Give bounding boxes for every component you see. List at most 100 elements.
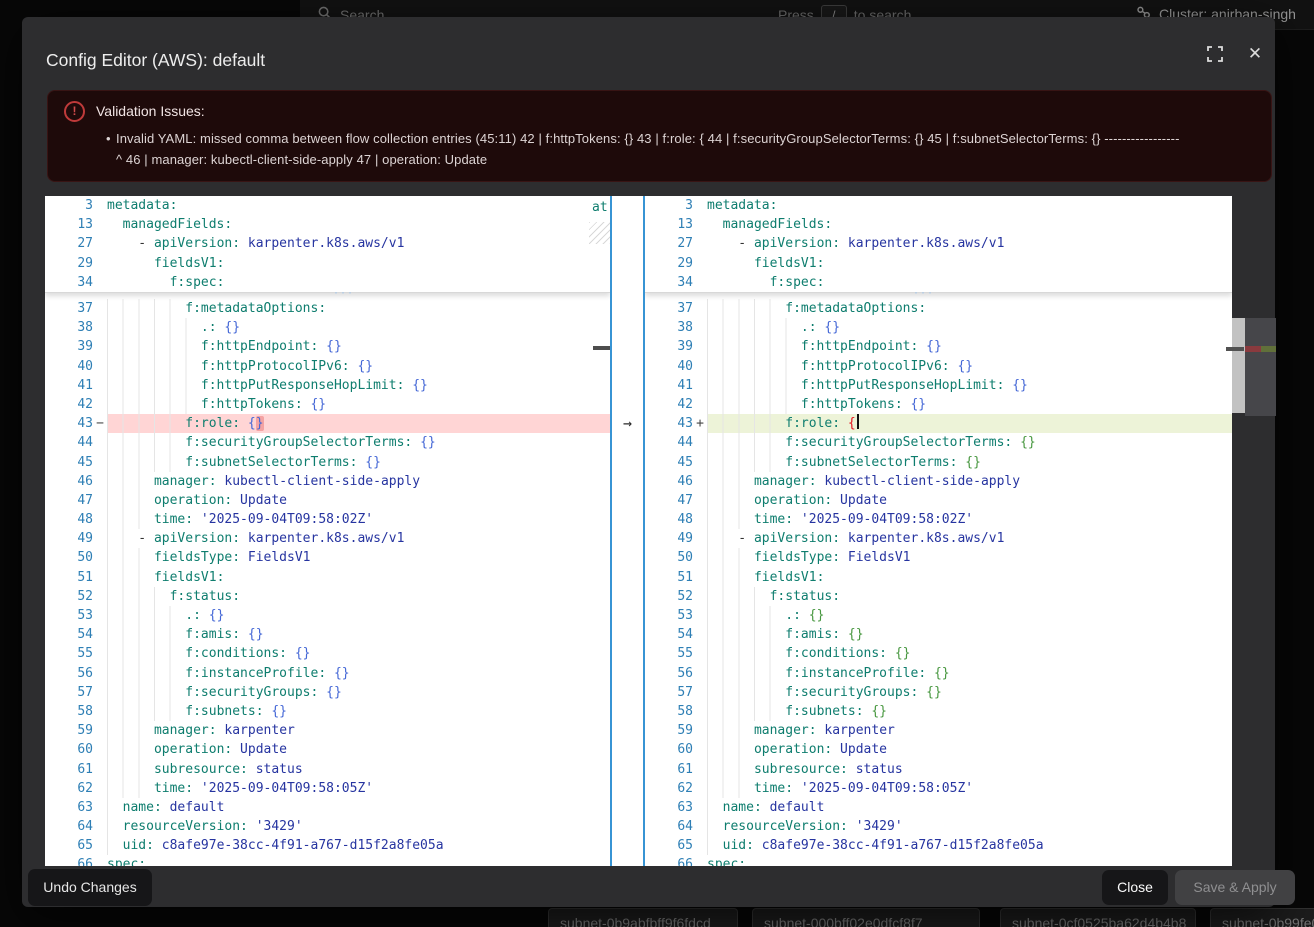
code-token: - [138,236,154,251]
code-line[interactable]: 47operation: Update [45,491,610,510]
diff-pane-original[interactable]: 3metadata:13managedFields:27- apiVersion… [45,196,610,866]
line-number: 44 [45,433,93,452]
close-button[interactable]: Close [1102,870,1168,905]
code-line[interactable]: 46manager: kubectl-client-side-apply [45,472,610,491]
code-token: subresource: [154,762,256,777]
diff-pane-modified[interactable]: 3metadata:13managedFields:27- apiVersion… [645,196,1232,866]
code-token: {} [365,455,381,470]
fold-ellipsis-right[interactable]: ··· [913,288,934,299]
code-token: f:httpPutResponseHopLimit: [801,378,1012,393]
code-line[interactable]: 64resourceVersion: '3429' [645,817,1232,836]
code-area-right[interactable]: 37f:metadataOptions:38.: {}39f:httpEndpo… [645,299,1232,866]
code-line[interactable]: 51fieldsV1: [645,568,1232,587]
code-line[interactable]: 39f:httpEndpoint: {} [45,337,610,356]
code-line[interactable]: 63name: default [645,798,1232,817]
diff-marker [93,568,107,587]
diff-sash[interactable] [610,196,645,866]
code-line[interactable]: 58f:subnets: {} [45,702,610,721]
code-line[interactable]: 52f:status: [645,587,1232,606]
code-line[interactable]: 42f:httpTokens: {} [45,395,610,414]
code-line[interactable]: 63name: default [45,798,610,817]
code-line[interactable]: 53.: {} [645,606,1232,625]
code-line[interactable]: 57f:securityGroups: {} [45,683,610,702]
code-token: '2025-09-04T09:58:05Z' [801,781,973,796]
code-line[interactable]: 61subresource: status [645,760,1232,779]
code-line[interactable]: 38.: {} [645,318,1232,337]
code-line[interactable]: 46manager: kubectl-client-side-apply [645,472,1232,491]
code-line[interactable]: 50fieldsType: FieldsV1 [645,548,1232,567]
code-line[interactable]: 39f:httpEndpoint: {} [645,337,1232,356]
code-line[interactable]: 34f:spec: [645,273,1232,292]
code-line[interactable]: 45f:subnetSelectorTerms: {} [645,453,1232,472]
diff-marker [93,644,107,663]
code-line[interactable]: 43−f:role: {} [45,414,610,433]
code-line[interactable]: 58f:subnets: {} [645,702,1232,721]
save-apply-button-disabled[interactable]: Save & Apply [1175,870,1295,905]
code-line[interactable]: 51fieldsV1: [45,568,610,587]
code-line[interactable]: 59manager: karpenter [45,721,610,740]
code-line[interactable]: 54f:amis: {} [45,625,610,644]
code-line[interactable]: 49- apiVersion: karpenter.k8s.aws/v1 [45,529,610,548]
code-line[interactable]: 45f:subnetSelectorTerms: {} [45,453,610,472]
code-line[interactable]: 37f:metadataOptions: [45,299,610,318]
code-line[interactable]: 52f:status: [45,587,610,606]
code-line[interactable]: 66spec: [45,855,610,866]
code-line[interactable]: 40f:httpProtocolIPv6: {} [45,357,610,376]
code-token: {} [326,685,342,700]
code-line[interactable]: 42f:httpTokens: {} [645,395,1232,414]
code-line[interactable]: 65uid: c8afe97e-38cc-4f91-a767-d15f2a8fe… [645,836,1232,855]
code-line[interactable]: 60operation: Update [645,740,1232,759]
code-line[interactable]: 48time: '2025-09-04T09:58:02Z' [645,510,1232,529]
code-line[interactable]: 34f:spec: [45,273,610,292]
code-line[interactable]: 13managedFields: [45,215,610,234]
code-line[interactable]: 41f:httpPutResponseHopLimit: {} [45,376,610,395]
code-line[interactable]: 55f:conditions: {} [45,644,610,663]
code-line[interactable]: 62time: '2025-09-04T09:58:05Z' [645,779,1232,798]
code-line[interactable]: 43+f:role: { [645,414,1232,433]
code-line[interactable]: 64resourceVersion: '3429' [45,817,610,836]
code-area-left[interactable]: 37f:metadataOptions:38.: {}39f:httpEndpo… [45,299,610,866]
code-line[interactable]: 29fieldsV1: [645,254,1232,273]
code-line[interactable]: 40f:httpProtocolIPv6: {} [645,357,1232,376]
code-line[interactable]: 38.: {} [45,318,610,337]
code-line[interactable]: 47operation: Update [645,491,1232,510]
code-line[interactable]: 48time: '2025-09-04T09:58:02Z' [45,510,610,529]
code-line[interactable]: 44f:securityGroupSelectorTerms: {} [45,433,610,452]
close-icon[interactable]: ✕ [1245,44,1265,64]
line-number: 64 [645,817,693,836]
code-line[interactable]: 53.: {} [45,606,610,625]
indent-guides [107,337,199,356]
code-line[interactable]: 29fieldsV1: [45,254,610,273]
code-line[interactable]: 27- apiVersion: karpenter.k8s.aws/v1 [645,234,1232,253]
fold-ellipsis-left[interactable]: ··· [333,288,354,299]
code-line[interactable]: 56f:instanceProfile: {} [45,664,610,683]
diff-marker [93,760,107,779]
indent-guides [107,395,199,414]
code-line[interactable]: 56f:instanceProfile: {} [645,664,1232,683]
code-line[interactable]: 62time: '2025-09-04T09:58:05Z' [45,779,610,798]
indent-guides [707,299,783,318]
code-line[interactable]: 50fieldsType: FieldsV1 [45,548,610,567]
code-line[interactable]: 54f:amis: {} [645,625,1232,644]
overview-ruler-slider[interactable] [1245,318,1276,416]
code-line[interactable]: 61subresource: status [45,760,610,779]
code-line[interactable]: 57f:securityGroups: {} [645,683,1232,702]
code-line[interactable]: 3metadata: [645,196,1232,215]
code-line[interactable]: 27- apiVersion: karpenter.k8s.aws/v1 [45,234,610,253]
code-line[interactable]: 44f:securityGroupSelectorTerms: {} [645,433,1232,452]
code-line[interactable]: 65uid: c8afe97e-38cc-4f91-a767-d15f2a8fe… [45,836,610,855]
code-line[interactable]: 60operation: Update [45,740,610,759]
fullscreen-icon[interactable] [1205,44,1225,64]
editor-scrollbar-slider[interactable] [1232,318,1245,413]
code-line[interactable]: 66spec: [645,855,1232,866]
undo-changes-button[interactable]: Undo Changes [28,869,152,906]
code-line[interactable]: 13managedFields: [645,215,1232,234]
indent-guides [107,376,199,395]
code-line[interactable]: 37f:metadataOptions: [645,299,1232,318]
code-line[interactable]: 49- apiVersion: karpenter.k8s.aws/v1 [645,529,1232,548]
code-line[interactable]: 59manager: karpenter [645,721,1232,740]
code-line[interactable]: 3metadata: [45,196,610,215]
code-line[interactable]: 41f:httpPutResponseHopLimit: {} [645,376,1232,395]
code-line[interactable]: 55f:conditions: {} [645,644,1232,663]
revert-change-arrow-icon[interactable]: → [610,414,645,433]
